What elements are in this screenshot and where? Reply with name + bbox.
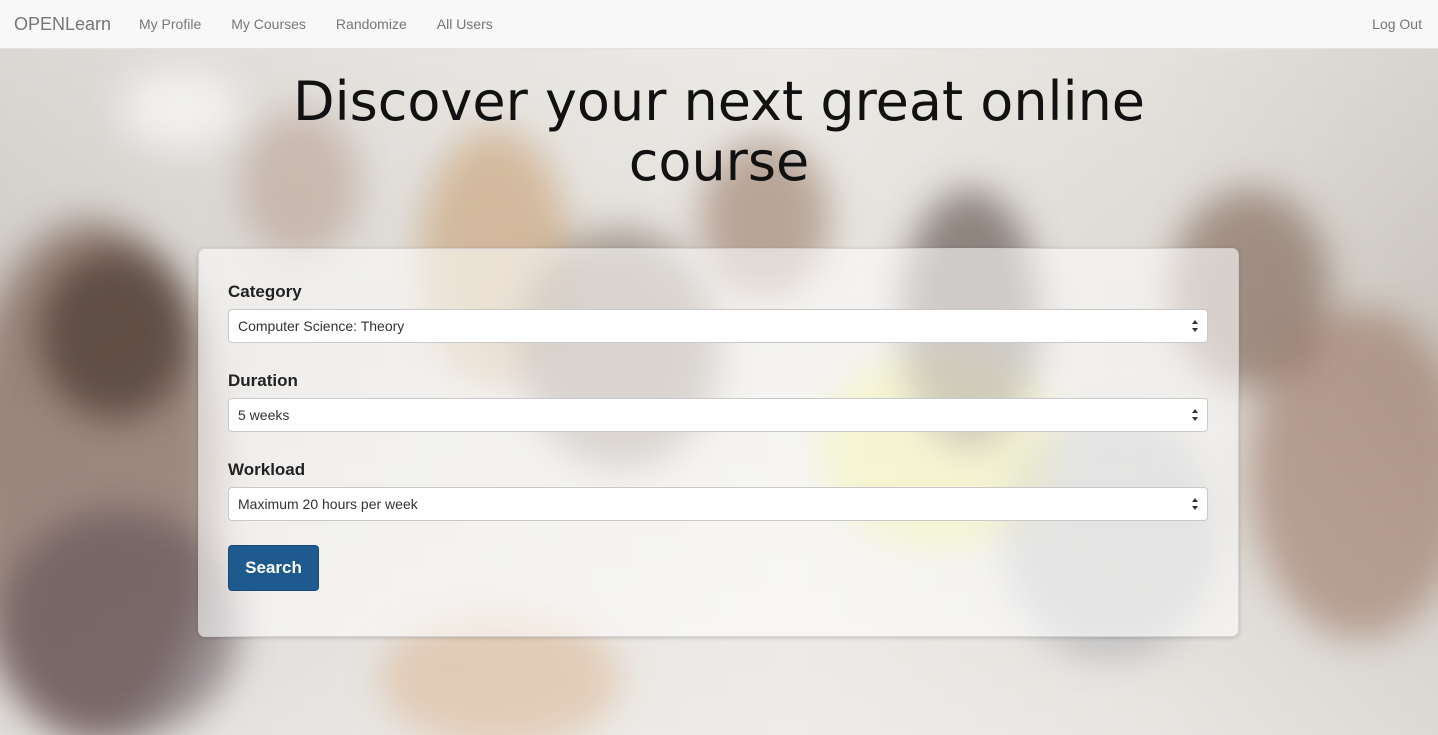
brand-logo-link[interactable]: OPENLearn bbox=[14, 14, 111, 34]
search-button[interactable]: Search bbox=[228, 545, 319, 591]
logout-link[interactable]: Log Out bbox=[1372, 0, 1422, 48]
nav-links: My Profile My Courses Randomize All User… bbox=[124, 0, 508, 49]
category-label: Category bbox=[228, 282, 302, 301]
nav-link-my-profile[interactable]: My Profile bbox=[124, 0, 216, 49]
select-arrows-icon bbox=[1192, 320, 1198, 332]
workload-select[interactable]: Maximum 20 hours per week bbox=[228, 487, 1208, 521]
hero-title: Discover your next great online course bbox=[0, 72, 1438, 192]
duration-select[interactable]: 5 weeks bbox=[228, 398, 1208, 432]
category-select-value: Computer Science: Theory bbox=[238, 318, 405, 334]
workload-select-value: Maximum 20 hours per week bbox=[238, 496, 418, 512]
course-search-form: Category Computer Science: Theory Durati… bbox=[198, 248, 1239, 637]
nav-link-my-courses[interactable]: My Courses bbox=[216, 0, 321, 49]
nav-link-randomize[interactable]: Randomize bbox=[321, 0, 422, 49]
nav-right: Log Out bbox=[1372, 0, 1422, 48]
select-arrows-icon bbox=[1192, 498, 1198, 510]
select-arrows-icon bbox=[1192, 409, 1198, 421]
workload-label: Workload bbox=[228, 460, 306, 479]
nav-link-all-users[interactable]: All Users bbox=[422, 0, 508, 49]
duration-label: Duration bbox=[228, 371, 298, 390]
category-select[interactable]: Computer Science: Theory bbox=[228, 309, 1208, 343]
hero-title-line-2: course bbox=[628, 130, 810, 193]
top-navbar: OPENLearn My Profile My Courses Randomiz… bbox=[0, 0, 1438, 49]
duration-select-value: 5 weeks bbox=[238, 407, 290, 423]
hero-title-line-1: Discover your next great online bbox=[292, 70, 1146, 133]
